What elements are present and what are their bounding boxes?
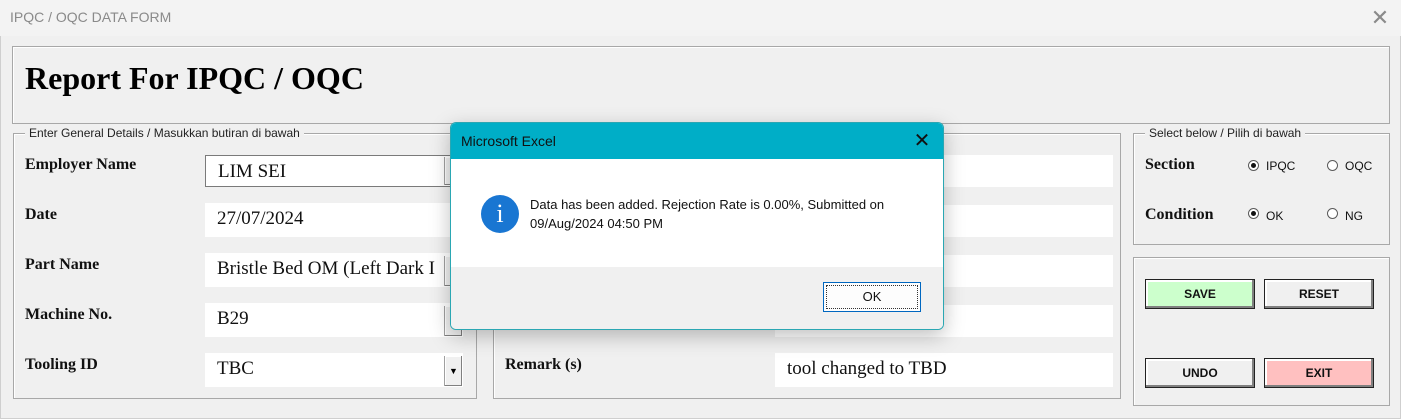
remark-label: Remark (s)	[505, 356, 582, 373]
section-oqc-label: OQC	[1345, 159, 1373, 173]
ok-button[interactable]: OK	[823, 282, 921, 312]
undo-button[interactable]: UNDO	[1145, 358, 1255, 388]
section-oqc-radio[interactable]	[1327, 160, 1338, 171]
info-icon: i	[481, 195, 519, 233]
dialog-message: Data has been added. Rejection Rate is 0…	[530, 195, 920, 233]
section-ipqc-radio[interactable]	[1248, 160, 1259, 171]
tooling-id-combobox[interactable]: TBC	[205, 353, 463, 387]
employer-name-label: Employer Name	[25, 156, 137, 173]
reset-button[interactable]: RESET	[1264, 279, 1374, 309]
date-value: 27/07/2024	[217, 208, 304, 229]
tooling-id-label: Tooling ID	[25, 356, 98, 373]
machine-no-combobox[interactable]: B29	[205, 303, 463, 337]
page-title: Report For IPQC / OQC	[25, 60, 364, 96]
section-label: Section	[1145, 156, 1195, 173]
machine-no-label: Machine No.	[25, 306, 113, 323]
message-dialog: Microsoft Excel ✕ i Data has been added.…	[450, 122, 944, 330]
condition-label: Condition	[1145, 206, 1214, 223]
dialog-title: Microsoft Excel	[461, 133, 556, 149]
dialog-close-icon[interactable]: ✕	[907, 127, 937, 155]
condition-ng-radio[interactable]	[1327, 208, 1338, 219]
general-details-caption: Enter General Details / Masukkan butiran…	[25, 126, 304, 140]
tooling-id-value: TBC	[217, 358, 254, 379]
employer-name-combobox[interactable]: LIM SEI	[205, 155, 463, 187]
select-group	[1133, 133, 1390, 245]
date-label: Date	[25, 206, 57, 223]
dialog-message-line-1: Data has been added. Rejection Rate is 0…	[530, 197, 885, 212]
dialog-message-line-2: 09/Aug/2024 04:50 PM	[530, 216, 663, 231]
title-bar	[0, 0, 1401, 36]
select-caption: Select below / Pilih di bawah	[1145, 126, 1306, 140]
condition-ok-label: OK	[1266, 209, 1284, 223]
save-button[interactable]: SAVE	[1145, 279, 1255, 309]
employer-name-value: LIM SEI	[218, 161, 287, 182]
tooling-dropdown-button[interactable]: ▼	[444, 356, 462, 386]
machine-no-value: B29	[217, 308, 249, 329]
part-name-value: Bristle Bed OM (Left Dark I	[217, 258, 435, 279]
part-name-label: Part Name	[25, 256, 100, 273]
part-name-combobox[interactable]: Bristle Bed OM (Left Dark I	[205, 253, 463, 287]
date-field[interactable]: 27/07/2024	[205, 203, 463, 237]
remark-value: tool changed to TBD	[787, 358, 947, 379]
window-close-icon[interactable]: ✕	[1366, 4, 1394, 32]
remark-field[interactable]: tool changed to TBD	[775, 353, 1113, 387]
condition-ng-label: NG	[1345, 209, 1363, 223]
window-title: IPQC / OQC DATA FORM	[10, 9, 172, 25]
exit-button[interactable]: EXIT	[1264, 358, 1374, 388]
condition-ok-radio[interactable]	[1248, 208, 1259, 219]
section-ipqc-label: IPQC	[1266, 159, 1296, 173]
